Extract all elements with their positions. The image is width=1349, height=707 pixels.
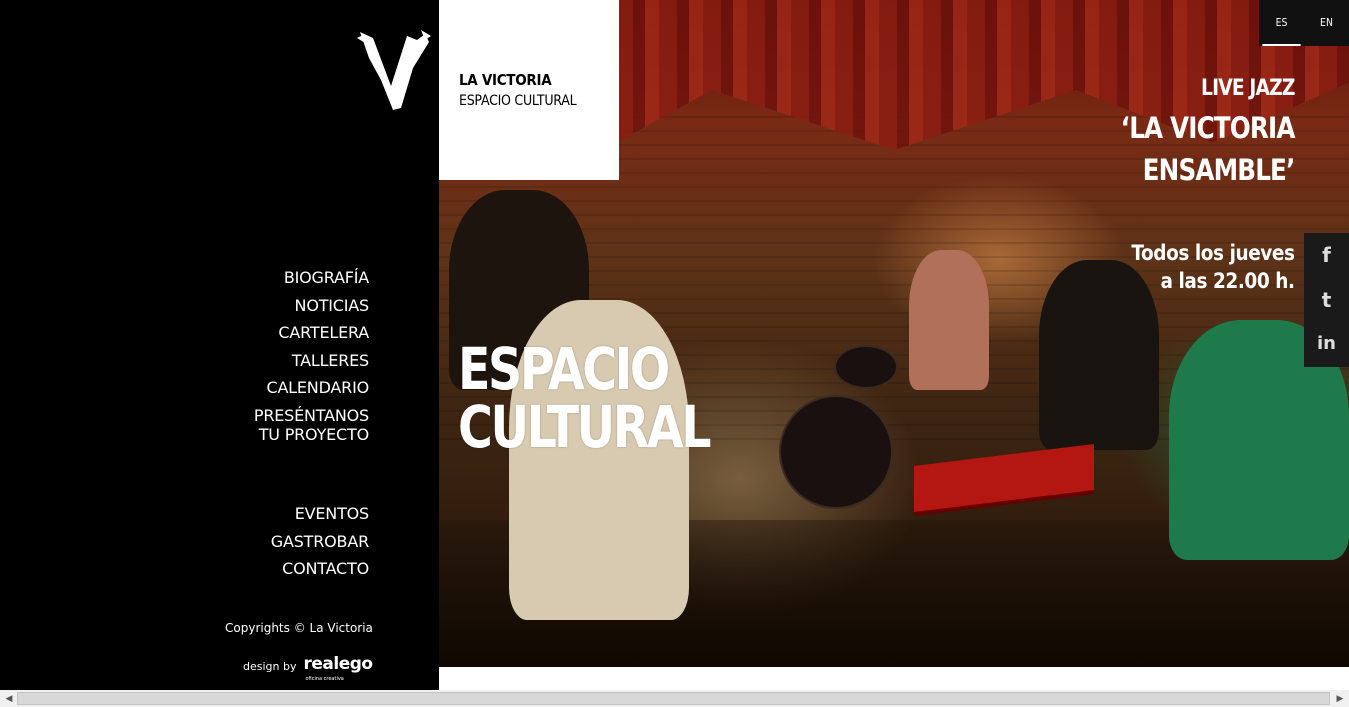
- hero-headline-line1: ESPACIO: [458, 335, 670, 403]
- copyright-text: Copyrights © La Victoria: [225, 621, 373, 635]
- design-by-label: design by: [243, 660, 297, 673]
- drum-kit: [779, 395, 893, 509]
- nav-talleres[interactable]: TALLERES: [229, 351, 369, 370]
- twitter-icon[interactable]: t: [1304, 278, 1349, 323]
- event-title: ‘LA VICTORIA ENSAMBLE’: [1121, 107, 1296, 191]
- drummer-figure: [909, 250, 989, 390]
- language-switcher: ES EN: [1259, 0, 1349, 46]
- design-credit: design by realego oficina creativa: [243, 656, 373, 683]
- facebook-icon[interactable]: f: [1304, 233, 1349, 278]
- brand-box[interactable]: LA VICTORIA ESPACIO CULTURAL: [439, 0, 619, 180]
- lang-en[interactable]: EN: [1307, 0, 1345, 46]
- drum-tom: [834, 345, 898, 389]
- red-keyboard: [914, 443, 1094, 513]
- event-schedule-line1: Todos los jueves: [1131, 241, 1296, 265]
- brand-subtitle: ESPACIO CULTURAL: [459, 93, 577, 109]
- nav-biografia[interactable]: BIOGRAFÍA: [229, 268, 369, 287]
- brand-title: LA VICTORIA: [459, 71, 552, 89]
- nav-noticias[interactable]: NOTICIAS: [229, 296, 370, 315]
- nav-cartelera[interactable]: CARTELERA: [229, 323, 369, 342]
- nav-presentanos-proyecto[interactable]: PRESÉNTANOS TU PROYECTO: [229, 406, 369, 444]
- nav-contacto[interactable]: CONTACTO: [229, 559, 369, 578]
- event-kicker: LIVE JAZZ: [1201, 76, 1295, 101]
- scrollbar-thumb[interactable]: [17, 692, 1330, 705]
- social-bar: f t in: [1304, 233, 1349, 367]
- sidebar: BIOGRAFÍA NOTICIAS CARTELERA TALLERES CA…: [0, 0, 439, 690]
- nav-calendario[interactable]: CALENDARIO: [229, 378, 369, 397]
- realego-logo[interactable]: realego oficina creativa: [303, 656, 373, 683]
- nav-gap: [229, 452, 369, 504]
- main-nav: BIOGRAFÍA NOTICIAS CARTELERA TALLERES CA…: [229, 268, 369, 587]
- horizontal-scrollbar[interactable]: ◀ ▶: [0, 690, 1349, 707]
- linkedin-icon[interactable]: in: [1304, 322, 1349, 367]
- event-title-line2: ENSAMBLE’: [1143, 153, 1296, 187]
- scroll-left-arrow-icon[interactable]: ◀: [2, 692, 16, 705]
- nav-eventos[interactable]: EVENTOS: [229, 504, 369, 523]
- hero-headline-line2: CULTURAL: [458, 393, 712, 461]
- la-victoria-logo[interactable]: [355, 28, 433, 112]
- nav-gastrobar[interactable]: GASTROBAR: [229, 532, 369, 551]
- lang-es[interactable]: ES: [1262, 0, 1301, 46]
- realego-tagline: oficina creativa: [305, 676, 344, 682]
- event-title-line1: ‘LA VICTORIA: [1121, 111, 1296, 145]
- event-info: LIVE JAZZ ‘LA VICTORIA ENSAMBLE’ Todos l…: [1090, 76, 1296, 295]
- scroll-right-arrow-icon[interactable]: ▶: [1333, 692, 1347, 705]
- event-schedule-line2: a las 22.00 h.: [1160, 269, 1295, 293]
- event-schedule: Todos los jueves a las 22.00 h.: [1115, 239, 1296, 295]
- hero-headline: ESPACIO CULTURAL: [458, 335, 712, 461]
